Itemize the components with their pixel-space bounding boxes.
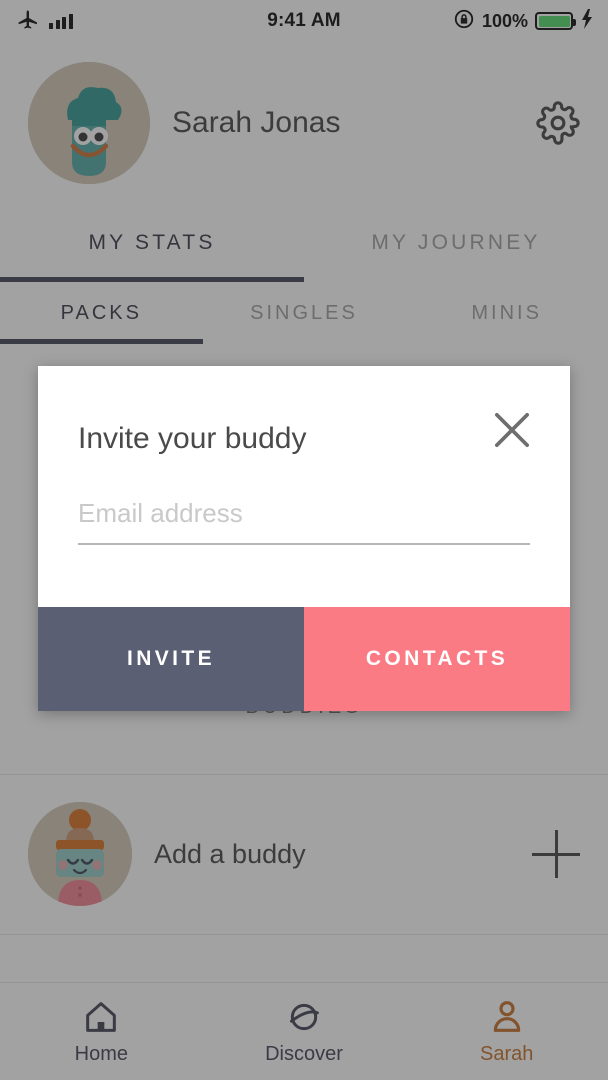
contacts-button[interactable]: CONTACTS <box>304 607 570 711</box>
modal-title: Invite your buddy <box>78 422 307 455</box>
email-field-wrapper <box>78 498 530 545</box>
invite-buddy-modal: Invite your buddy INVITE CONTACTS <box>38 366 570 711</box>
close-icon[interactable] <box>486 404 538 456</box>
email-input[interactable] <box>78 498 530 545</box>
modal-body: Invite your buddy <box>38 366 570 607</box>
invite-button[interactable]: INVITE <box>38 607 304 711</box>
modal-action-bar: INVITE CONTACTS <box>38 607 570 711</box>
